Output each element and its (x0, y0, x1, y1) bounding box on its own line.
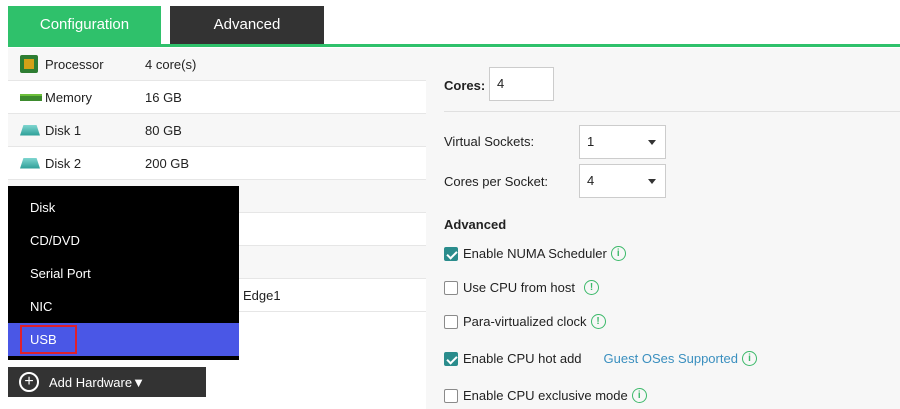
virtual-sockets-label: Virtual Sockets: (444, 134, 535, 149)
tab-configuration[interactable]: Configuration (8, 6, 161, 44)
option-numa-scheduler: Enable NUMA Scheduler i (444, 246, 626, 261)
info-icon[interactable]: i (741, 351, 757, 366)
device-row-disk-1[interactable]: Disk 1 80 GB (8, 114, 426, 147)
menu-item-disk[interactable]: Disk (8, 191, 239, 224)
option-cpu-from-host: Use CPU from host ! (444, 280, 599, 295)
cpu-exclusive-mode-checkbox[interactable] (444, 388, 458, 403)
device-name: Disk 1 (45, 122, 82, 138)
disk-icon (20, 124, 40, 136)
menu-item-usb-label: USB (30, 332, 57, 347)
device-value: 80 GB (145, 122, 182, 138)
device-name: Processor (45, 56, 104, 72)
guest-os-supported-link[interactable]: Guest OSes Supported (604, 351, 738, 366)
option-label: Enable CPU exclusive mode (463, 388, 628, 403)
device-value: 200 GB (145, 155, 190, 171)
menu-item-serial-port[interactable]: Serial Port (8, 257, 239, 290)
add-hardware-menu: Disk CD/DVD Serial Port NIC USB (8, 186, 239, 360)
menu-item-usb[interactable]: USB (8, 323, 239, 356)
cpu-settings-panel: Cores: 4 Virtual Sockets: 1 Cores per So… (426, 48, 900, 409)
menu-item-cddvd[interactable]: CD/DVD (8, 224, 239, 257)
option-label: Enable CPU hot add (463, 351, 582, 366)
memory-icon (20, 93, 42, 101)
device-value-partial: Edge1 (243, 287, 281, 303)
info-icon[interactable]: i (610, 246, 626, 261)
tab-bar: Configuration Advanced (8, 6, 324, 44)
device-value: 16 GB (145, 89, 182, 105)
add-hardware-label: Add Hardware▼ (49, 374, 145, 390)
cores-label: Cores: (444, 78, 486, 93)
option-label: Enable NUMA Scheduler (463, 246, 607, 261)
add-hardware-button[interactable]: + Add Hardware▼ (8, 367, 206, 397)
virtual-sockets-select[interactable]: 1 (579, 125, 666, 159)
device-row-processor[interactable]: Processor 4 core(s) (8, 48, 426, 81)
info-icon[interactable]: ! (590, 314, 606, 329)
cpu-hot-add-checkbox[interactable] (444, 351, 458, 366)
device-value: 4 core(s) (145, 56, 197, 72)
caret-down-icon (648, 140, 656, 145)
option-cpu-exclusive-mode: Enable CPU exclusive mode i (444, 388, 647, 403)
option-para-virtualized-clock: Para-virtualized clock ! (444, 314, 606, 329)
option-label: Para-virtualized clock (463, 314, 587, 329)
caret-down-icon (648, 179, 656, 184)
divider (444, 111, 900, 112)
option-cpu-hot-add: Enable CPU hot add Guest OSes Supported … (444, 351, 757, 366)
cores-per-socket-value: 4 (587, 173, 595, 188)
advanced-heading: Advanced (444, 217, 507, 232)
menu-item-nic[interactable]: NIC (8, 290, 239, 323)
cpu-from-host-checkbox[interactable] (444, 280, 458, 295)
virtual-sockets-value: 1 (587, 134, 595, 149)
device-row-memory[interactable]: Memory 16 GB (8, 81, 426, 114)
disk-icon (20, 157, 40, 169)
tab-advanced[interactable]: Advanced (170, 6, 324, 44)
device-name: Disk 2 (45, 155, 82, 171)
cores-per-socket-label: Cores per Socket: (444, 174, 549, 189)
processor-icon (20, 55, 38, 73)
numa-checkbox[interactable] (444, 246, 458, 261)
cores-per-socket-select[interactable]: 4 (579, 164, 666, 198)
option-label: Use CPU from host (463, 280, 575, 295)
para-virtualized-clock-checkbox[interactable] (444, 314, 458, 329)
cores-input[interactable]: 4 (489, 67, 554, 101)
device-name: Memory (45, 89, 92, 105)
plus-circle-icon: + (19, 372, 39, 392)
info-icon[interactable]: ! (583, 280, 599, 295)
info-icon[interactable]: i (631, 388, 647, 403)
tab-underline (8, 44, 900, 47)
device-row-disk-2[interactable]: Disk 2 200 GB (8, 147, 426, 180)
